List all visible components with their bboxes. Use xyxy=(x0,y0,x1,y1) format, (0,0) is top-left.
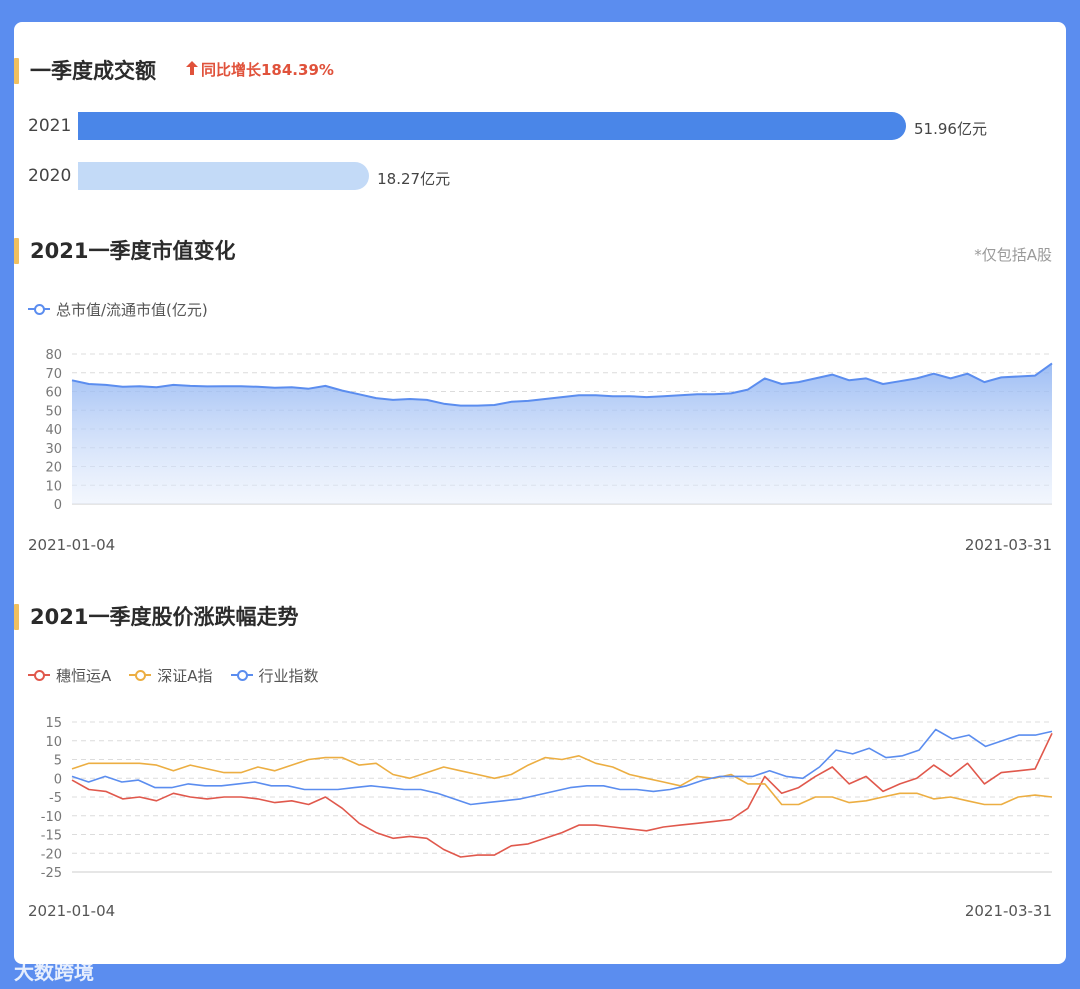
price-change-chart: -25 -20 -15 -10 -5 0 5 10 15 xyxy=(41,716,1053,881)
legend-marker-icon xyxy=(129,669,152,681)
market-cap-chart: 0 10 20 30 40 50 60 70 80 xyxy=(45,348,1053,513)
section-title-turnover: 一季度成交额 xyxy=(14,58,156,84)
y-tick-label: -10 xyxy=(41,810,62,825)
y-tick-label: 60 xyxy=(45,386,62,401)
y-tick-label: -20 xyxy=(41,847,62,862)
growth-text: 同比增长184.39% xyxy=(201,61,334,79)
bar-2020 xyxy=(78,162,370,190)
section-title-market-cap: 2021一季度市值变化 xyxy=(14,238,235,264)
market-cap-start-date: 2021-01-04 xyxy=(28,536,116,554)
legend-item-market-cap: 总市值/流通市值(亿元) xyxy=(28,299,208,320)
legend-marker-icon xyxy=(28,669,50,681)
bar-year-2021: 2021 xyxy=(28,116,72,136)
y-tick-label: -15 xyxy=(41,829,62,844)
y-tick-label: 20 xyxy=(45,461,62,476)
y-tick-label: 5 xyxy=(54,754,62,769)
legend-item-stock: 穗恒运A xyxy=(28,665,111,686)
price-change-start-date: 2021-01-04 xyxy=(28,902,116,920)
legend-item-industry: 行业指数 xyxy=(230,665,319,686)
section-title-price-change: 2021一季度股价涨跌幅走势 xyxy=(14,604,298,630)
y-tick-label: -5 xyxy=(49,791,62,806)
legend-label-industry: 行业指数 xyxy=(258,666,319,685)
y-tick-label: 30 xyxy=(45,442,62,457)
card: 一季度成交额 同比增长184.39% 2021 51.96亿元 2020 18.… xyxy=(14,22,1066,964)
y-tick-label: 80 xyxy=(45,348,62,363)
legend-label-szse: 深证A指 xyxy=(157,666,213,685)
growth-indicator: 同比增长184.39% xyxy=(186,60,334,80)
legend-marker-icon xyxy=(230,669,253,681)
y-tick-label: -25 xyxy=(41,866,62,881)
series-line-0 xyxy=(71,732,1053,858)
y-tick-label: 50 xyxy=(45,404,62,419)
area-fill xyxy=(72,363,1052,504)
y-tick-label: 0 xyxy=(54,772,62,787)
bar-2021 xyxy=(78,112,906,140)
market-cap-end-date: 2021-03-31 xyxy=(964,536,1052,554)
y-tick-label: 70 xyxy=(45,367,62,382)
y-tick-label: 10 xyxy=(45,479,62,494)
legend-label-market-cap: 总市值/流通市值(亿元) xyxy=(56,300,208,319)
legend-price-change: 穗恒运A 深证A指 行业指数 xyxy=(28,665,337,685)
legend-market-cap: 总市值/流通市值(亿元) xyxy=(28,299,226,319)
bar-value-2021: 51.96亿元 xyxy=(914,120,987,138)
y-tick-label: 15 xyxy=(45,716,62,731)
watermark: 大数跨境 xyxy=(14,960,94,984)
bar-value-2020: 18.27亿元 xyxy=(377,170,451,188)
legend-label-stock: 穗恒运A xyxy=(56,666,112,685)
y-tick-label: 10 xyxy=(45,735,62,750)
price-change-end-date: 2021-03-31 xyxy=(964,902,1052,920)
legend-item-szse: 深证A指 xyxy=(129,665,213,686)
legend-marker-icon xyxy=(28,303,50,315)
a-share-note: *仅包括A股 xyxy=(974,246,1052,264)
y-tick-label: 0 xyxy=(54,498,62,513)
y-tick-label: 40 xyxy=(45,423,62,438)
bar-year-2020: 2020 xyxy=(28,166,72,186)
arrow-up-icon xyxy=(186,60,198,80)
